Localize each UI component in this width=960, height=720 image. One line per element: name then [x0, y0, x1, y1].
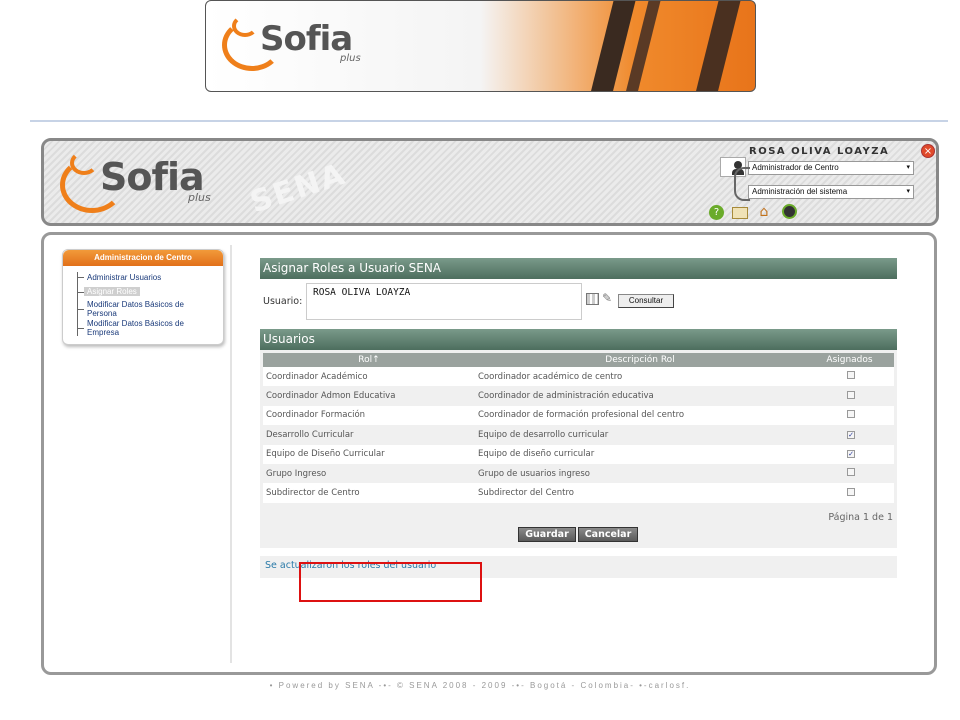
- highlight-box: [299, 562, 482, 602]
- top-banner: Sofia plus: [205, 0, 756, 92]
- chevron-down-icon: ▾: [906, 164, 910, 171]
- tree-line: [77, 272, 78, 336]
- descripcion-cell: Equipo de diseño curricular: [475, 444, 805, 464]
- asignado-cell: [805, 483, 894, 503]
- descripcion-cell: Subdirector del Centro: [475, 483, 805, 503]
- sidebar-divider: [230, 245, 232, 663]
- module-select-value: Administración del sistema: [752, 187, 848, 196]
- table-header-row: Rol↑ Descripción Rol Asignados: [263, 353, 894, 367]
- descripcion-cell: Coordinador de formación profesional del…: [475, 405, 805, 426]
- descripcion-cell: Coordinador de administración educativa: [475, 386, 805, 406]
- chevron-down-icon: ▾: [906, 188, 910, 195]
- column-header-rol[interactable]: Rol↑: [263, 353, 475, 367]
- table-row: Coordinador Académico Coordinador académi…: [263, 367, 894, 387]
- usuario-form: Usuario: ROSA OLIVA LOAYZA ✎ Consultar: [260, 279, 897, 325]
- asignado-cell: ✓: [805, 444, 894, 464]
- table-row: Equipo de Diseño Curricular Equipo de dis…: [263, 444, 894, 464]
- asignado-checkbox[interactable]: [847, 390, 855, 399]
- sidebar-item-label: Modificar Datos Básicos de: [87, 319, 184, 328]
- rol-cell: Equipo de Diseño Curricular: [263, 444, 475, 464]
- pager-text: Página 1 de 1: [828, 512, 893, 523]
- asignado-checkbox[interactable]: [847, 468, 855, 477]
- sidebar-menu: Administracion de Centro Administrar Usu…: [62, 249, 224, 345]
- table-row: Subdirector de Centro Subdirector del Cen…: [263, 483, 894, 503]
- rol-cell: Coordinador Formación: [263, 405, 475, 426]
- banner-logo-sub: plus: [340, 53, 361, 64]
- guardar-button[interactable]: Guardar: [518, 527, 576, 542]
- sidebar-item-asignar-roles[interactable]: Asignar Roles: [84, 287, 140, 296]
- module-select[interactable]: Administración del sistema ▾: [748, 185, 914, 199]
- tree-line: [77, 328, 84, 329]
- table-row: Coordinador Formación Coordinador de form…: [263, 405, 894, 426]
- tree-line: [77, 309, 84, 310]
- logo-swoosh-icon: [70, 151, 98, 175]
- sidebar-item-label: Persona: [87, 309, 117, 318]
- section-title: Usuarios: [260, 329, 897, 350]
- asignado-cell: ✓: [805, 425, 894, 445]
- asignado-checkbox[interactable]: [847, 487, 855, 496]
- header-logo: Sofia plus: [58, 145, 238, 223]
- sena-watermark: SENA: [246, 156, 351, 221]
- descripcion-cell: Coordinador académico de centro: [475, 367, 805, 387]
- rol-cell: Desarrollo Curricular: [263, 425, 475, 445]
- user-name: ROSA OLIVA LOAYZA: [749, 146, 890, 157]
- home-icon[interactable]: ⌂: [756, 204, 772, 220]
- asignado-cell: [805, 405, 894, 426]
- sidebar-item-modificar-persona[interactable]: Modificar Datos Básicos de Persona: [87, 300, 184, 318]
- banner-logo-word: Sofia: [260, 19, 353, 59]
- help-icon[interactable]: ?: [709, 205, 724, 220]
- footer-text: • Powered by SENA -•- © SENA 2008 - 2009…: [269, 681, 691, 690]
- divider-rule: [30, 120, 948, 122]
- sidebar-item-label: Modificar Datos Básicos de: [87, 300, 184, 309]
- banner-stripe: [691, 1, 743, 91]
- roles-table-area: Rol↑ Descripción Rol Asignados Coordinad…: [260, 350, 897, 548]
- tree-line: [77, 292, 84, 293]
- tree-line: [77, 277, 84, 278]
- asignado-checkbox[interactable]: ✓: [847, 450, 855, 459]
- page-title: Asignar Roles a Usuario SENA: [260, 258, 897, 279]
- connector-line: [734, 167, 750, 201]
- app-header: Sofia plus SENA ROSA OLIVA LOAYZA Admini…: [41, 138, 939, 226]
- descripcion-cell: Grupo de usuarios ingreso: [475, 463, 805, 484]
- sidebar-title: Administracion de Centro: [63, 250, 223, 266]
- consultar-button[interactable]: Consultar: [618, 294, 674, 308]
- logo-swoosh-icon: [232, 15, 258, 37]
- column-header-asignados[interactable]: Asignados: [805, 353, 894, 367]
- close-icon[interactable]: ×: [921, 144, 935, 158]
- sidebar-item-modificar-empresa[interactable]: Modificar Datos Básicos de Empresa: [87, 319, 184, 337]
- sidebar-item-label: Empresa: [87, 328, 120, 337]
- role-select[interactable]: Administrador de Centro ▾: [748, 161, 914, 175]
- roles-table: Rol↑ Descripción Rol Asignados Coordinad…: [263, 353, 894, 503]
- sidebar-item-administrar-usuarios[interactable]: Administrar Usuarios: [87, 273, 161, 282]
- asignado-checkbox[interactable]: [847, 409, 855, 418]
- asignado-checkbox[interactable]: [847, 371, 855, 380]
- grid-lookup-icon[interactable]: [586, 293, 599, 305]
- rol-cell: Coordinador Admon Educativa: [263, 386, 475, 406]
- asignado-cell: [805, 367, 894, 387]
- descripcion-cell: Equipo de desarrollo curricular: [475, 425, 805, 445]
- table-row: Desarrollo Curricular Equipo de desarroll…: [263, 425, 894, 445]
- usuario-field[interactable]: ROSA OLIVA LOAYZA: [306, 283, 582, 320]
- table-row: Coordinador Admon Educativa Coordinador d…: [263, 386, 894, 406]
- rol-cell: Coordinador Académico: [263, 367, 475, 387]
- banner-logo: Sofia plus: [222, 11, 392, 81]
- asignado-cell: [805, 463, 894, 484]
- usuario-label: Usuario:: [263, 296, 303, 307]
- table-row: Grupo Ingreso Grupo de usuarios ingreso: [263, 463, 894, 484]
- mail-icon[interactable]: [732, 207, 748, 219]
- asignado-checkbox[interactable]: ✓: [847, 430, 855, 439]
- rol-cell: Grupo Ingreso: [263, 463, 475, 484]
- power-icon[interactable]: [782, 204, 797, 219]
- header-logo-sub: plus: [188, 191, 211, 204]
- asignado-cell: [805, 386, 894, 406]
- role-select-value: Administrador de Centro: [752, 163, 839, 172]
- rol-cell: Subdirector de Centro: [263, 483, 475, 503]
- pencil-icon[interactable]: ✎: [602, 291, 612, 305]
- cancelar-button[interactable]: Cancelar: [578, 527, 638, 542]
- column-header-descripcion[interactable]: Descripción Rol: [475, 353, 805, 367]
